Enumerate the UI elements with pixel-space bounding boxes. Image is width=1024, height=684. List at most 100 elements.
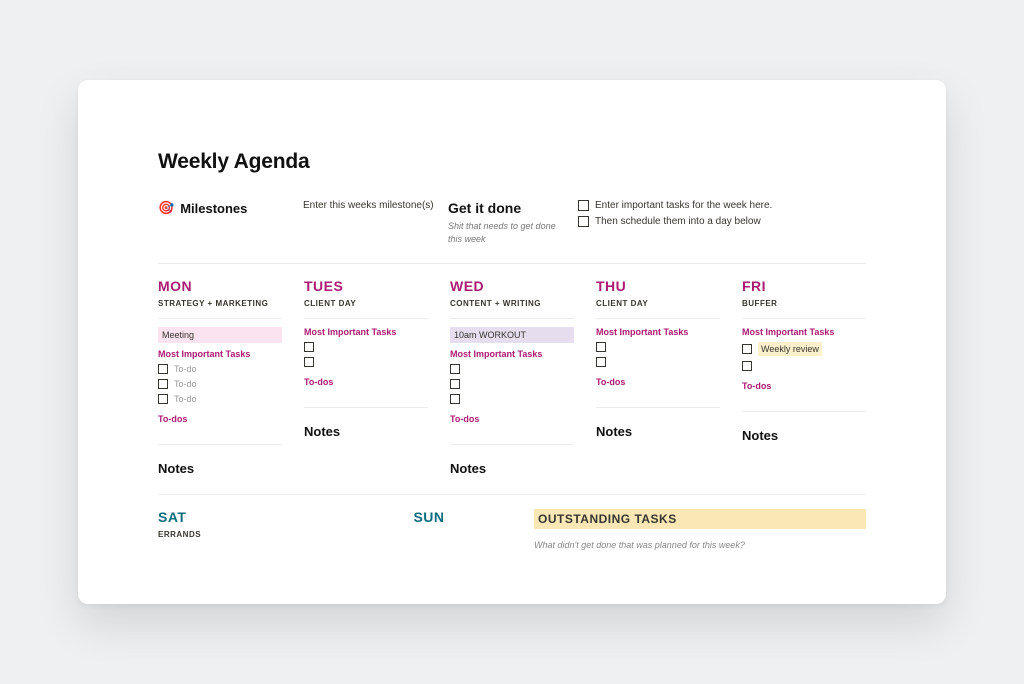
checkbox-icon[interactable] — [450, 379, 460, 389]
outstanding-title: OUTSTANDING TASKS — [534, 509, 866, 529]
getitdone-subtitle: Shit that needs to get done this week — [448, 220, 558, 245]
day-heading: TUES — [304, 278, 428, 294]
checkbox-icon[interactable] — [596, 357, 606, 367]
gid-task-row[interactable]: Then schedule them into a day below — [578, 216, 866, 227]
divider — [304, 407, 428, 408]
task-line[interactable] — [450, 394, 574, 404]
task-line[interactable]: To-do — [158, 394, 282, 404]
day-mon: MON STRATEGY + MARKETING Meeting Most Im… — [158, 278, 282, 476]
task-line[interactable]: To-do — [158, 364, 282, 374]
day-subtitle: BUFFER — [742, 299, 866, 308]
gid-task-text: Enter important tasks for the week here. — [595, 200, 772, 211]
mit-label: Most Important Tasks — [742, 327, 866, 337]
day-heading: WED — [450, 278, 574, 294]
checkbox-icon[interactable] — [578, 216, 589, 227]
task-line[interactable] — [450, 379, 574, 389]
checkbox-icon[interactable] — [742, 344, 752, 354]
highlight-weekly-review: Weekly review — [758, 342, 822, 356]
outstanding-subtitle: What didn't get done that was planned fo… — [534, 540, 866, 550]
day-thu: THU CLIENT DAY Most Important Tasks To-d… — [596, 278, 720, 476]
mit-label: Most Important Tasks — [158, 349, 282, 359]
notes-heading: Notes — [158, 461, 282, 476]
notes-heading: Notes — [596, 424, 720, 439]
notes-heading: Notes — [742, 428, 866, 443]
day-heading: THU — [596, 278, 720, 294]
divider — [742, 318, 866, 319]
day-subtitle: ERRANDS — [158, 530, 324, 539]
checkbox-icon[interactable] — [450, 394, 460, 404]
checkbox-icon[interactable] — [304, 342, 314, 352]
milestones-block: 🎯 Milestones — [158, 200, 303, 245]
task-line[interactable] — [304, 342, 428, 352]
page-card: Weekly Agenda 🎯 Milestones Enter this we… — [78, 80, 946, 604]
milestones-heading: 🎯 Milestones — [158, 200, 303, 216]
task-line[interactable]: Weekly review — [742, 342, 866, 356]
milestones-label: Milestones — [180, 201, 247, 216]
notes-heading: Notes — [304, 424, 428, 439]
divider — [158, 444, 282, 445]
divider — [450, 318, 574, 319]
day-heading: SUN — [346, 509, 512, 525]
day-sat: SAT ERRANDS — [158, 509, 324, 550]
task-text: To-do — [174, 394, 197, 404]
day-heading: SAT — [158, 509, 324, 525]
task-line[interactable] — [742, 361, 866, 371]
todos-label: To-dos — [158, 414, 282, 424]
milestones-placeholder[interactable]: Enter this weeks milestone(s) — [303, 200, 448, 211]
task-line[interactable] — [304, 357, 428, 367]
highlight-meeting[interactable]: Meeting — [158, 327, 282, 343]
divider — [596, 407, 720, 408]
day-subtitle: CLIENT DAY — [596, 299, 720, 308]
top-row: 🎯 Milestones Enter this weeks milestone(… — [158, 200, 866, 245]
task-line[interactable]: To-do — [158, 379, 282, 389]
day-fri: FRI BUFFER Most Important Tasks Weekly r… — [742, 278, 866, 476]
gid-task-row[interactable]: Enter important tasks for the week here. — [578, 200, 866, 211]
task-text: To-do — [174, 364, 197, 374]
todos-label: To-dos — [450, 414, 574, 424]
mit-label: Most Important Tasks — [450, 349, 574, 359]
todos-label: To-dos — [304, 377, 428, 387]
gid-task-text: Then schedule them into a day below — [595, 216, 761, 227]
notes-heading: Notes — [450, 461, 574, 476]
day-tues: TUES CLIENT DAY Most Important Tasks To-… — [304, 278, 428, 476]
divider — [304, 318, 428, 319]
divider — [450, 444, 574, 445]
day-subtitle: CLIENT DAY — [304, 299, 428, 308]
outstanding-block: OUTSTANDING TASKS What didn't get done t… — [534, 509, 866, 550]
divider — [742, 411, 866, 412]
checkbox-icon[interactable] — [450, 364, 460, 374]
todos-label: To-dos — [596, 377, 720, 387]
todos-label: To-dos — [742, 381, 866, 391]
checkbox-icon[interactable] — [158, 394, 168, 404]
day-heading: FRI — [742, 278, 866, 294]
day-wed: WED CONTENT + WRITING 10am WORKOUT Most … — [450, 278, 574, 476]
milestones-placeholder-col: Enter this weeks milestone(s) — [303, 200, 448, 245]
day-subtitle: STRATEGY + MARKETING — [158, 299, 282, 308]
mit-label: Most Important Tasks — [304, 327, 428, 337]
task-line[interactable] — [596, 342, 720, 352]
day-heading: MON — [158, 278, 282, 294]
divider — [158, 494, 866, 495]
task-text: To-do — [174, 379, 197, 389]
checkbox-icon[interactable] — [742, 361, 752, 371]
checkbox-icon[interactable] — [158, 364, 168, 374]
divider — [158, 318, 282, 319]
checkbox-icon[interactable] — [578, 200, 589, 211]
getitdone-tasks: Enter important tasks for the week here.… — [578, 200, 866, 245]
checkbox-icon[interactable] — [158, 379, 168, 389]
task-line[interactable] — [450, 364, 574, 374]
checkbox-icon[interactable] — [304, 357, 314, 367]
day-sun: SUN — [346, 509, 512, 550]
target-icon: 🎯 — [158, 200, 174, 216]
divider — [158, 263, 866, 264]
mit-label: Most Important Tasks — [596, 327, 720, 337]
bottom-row: SAT ERRANDS SUN OUTSTANDING TASKS What d… — [158, 509, 866, 550]
highlight-workout[interactable]: 10am WORKOUT — [450, 327, 574, 343]
day-subtitle: CONTENT + WRITING — [450, 299, 574, 308]
page-title: Weekly Agenda — [158, 150, 866, 174]
task-line[interactable] — [596, 357, 720, 367]
getitdone-block: Get it done Shit that needs to get done … — [448, 200, 578, 245]
divider — [596, 318, 720, 319]
getitdone-heading: Get it done — [448, 200, 578, 216]
checkbox-icon[interactable] — [596, 342, 606, 352]
